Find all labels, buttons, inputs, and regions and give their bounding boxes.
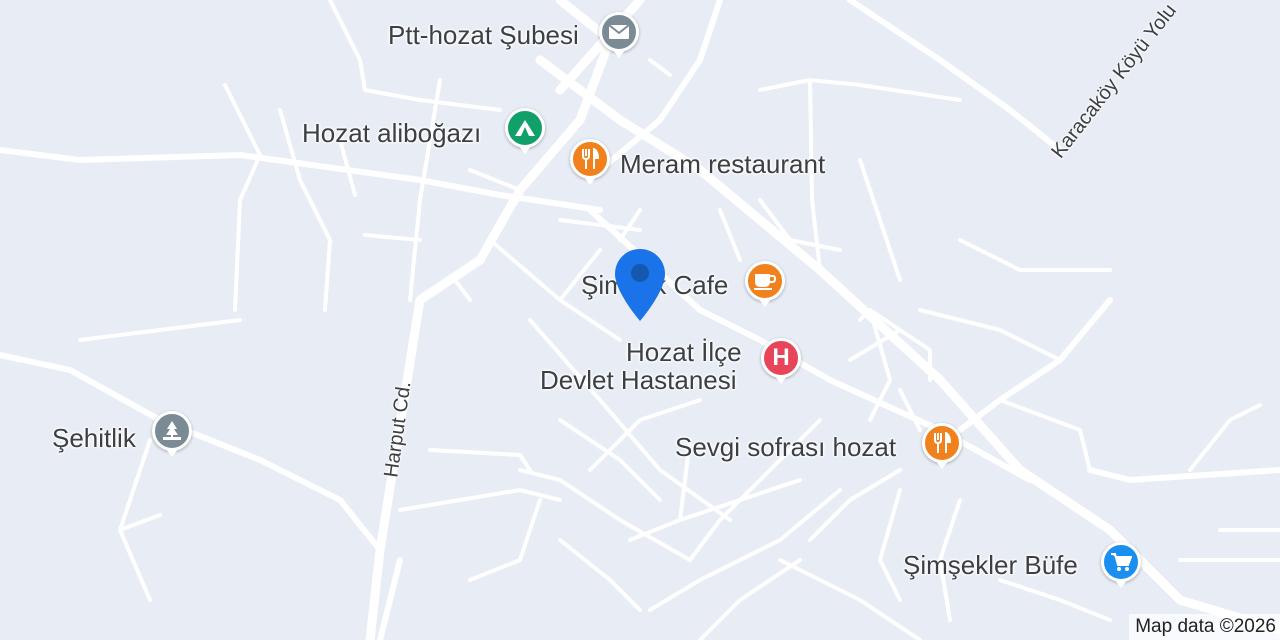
shopping-cart-icon [1101,542,1141,588]
restaurant-icon [570,139,610,185]
poi-label: Ptt-hozat Şubesi [388,20,579,50]
poi-label: Sevgi sofrası hozat [675,432,897,462]
campground-icon [505,108,545,154]
mail-icon [599,12,639,58]
cemetery-icon [152,411,192,457]
poi-label: Meram restaurant [620,149,826,179]
poi-label-line1: Hozat İlçe [626,337,742,367]
restaurant-icon [922,423,962,469]
poi-label: Şehitlik [52,423,136,453]
location-pin-icon[interactable] [612,247,668,328]
map-canvas[interactable]: Harput Cd. Karacaköy Köyü Yolu Ptt-hozat… [0,0,1280,640]
cafe-icon [745,261,785,307]
poi-label: Şimşekler Büfe [903,550,1078,580]
map-attribution[interactable]: Map data ©2026 [1129,614,1280,640]
poi-label-line2: Devlet Hastanesi [540,365,737,395]
poi-label: Hozat aliboğazı [302,118,482,148]
hospital-icon: H [761,338,801,384]
